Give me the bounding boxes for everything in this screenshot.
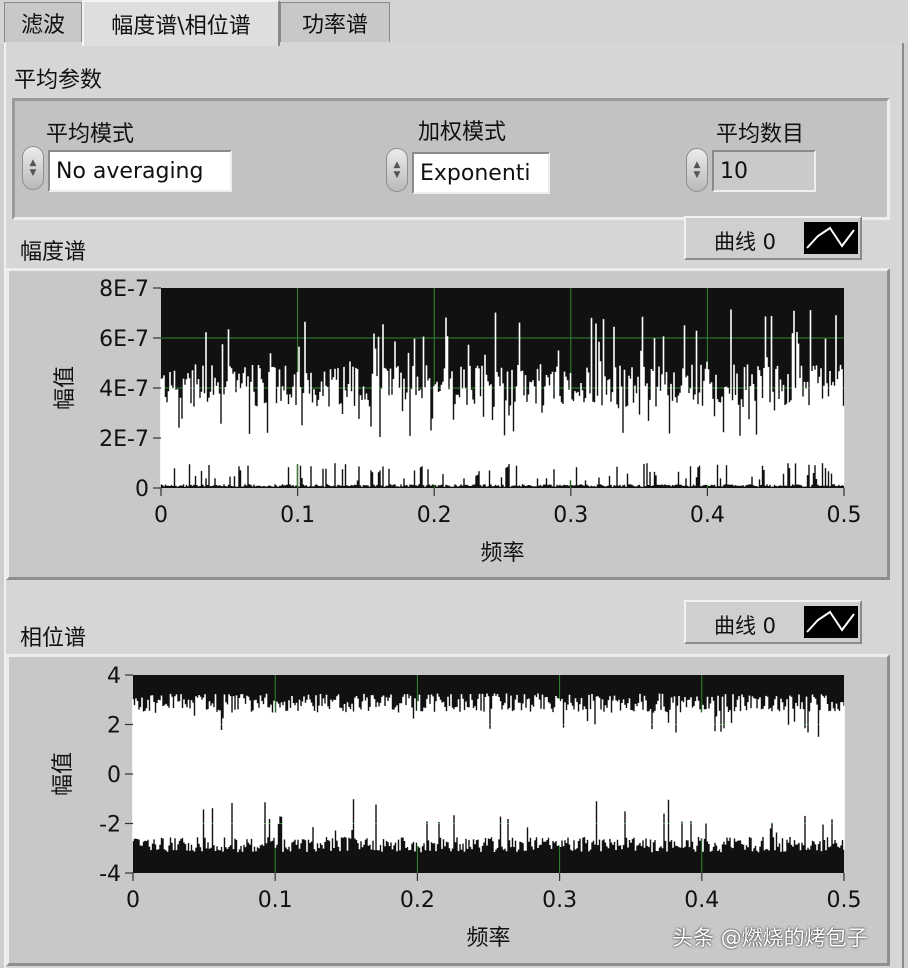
- averaging-mode-spinner[interactable]: ▲ ▼: [22, 146, 44, 190]
- average-count-label: 平均数目: [716, 122, 805, 147]
- y-tick-label: 6E-7: [99, 327, 149, 352]
- tab-amplitude-phase[interactable]: 幅度谱\相位谱: [82, 0, 280, 46]
- x-tick-label: 0.5: [827, 503, 862, 528]
- x-axis-label: 频率: [480, 541, 524, 566]
- x-axis-label: 频率: [466, 926, 510, 951]
- amplitude-graph-title: 幅度谱: [20, 240, 87, 265]
- average-count-spinner[interactable]: ▲ ▼: [686, 148, 708, 192]
- y-tick-label: 2: [107, 714, 121, 739]
- y-tick-label: 2E-7: [99, 427, 149, 452]
- spin-down-icon: ▼: [393, 170, 401, 180]
- line-style-icon: [804, 222, 858, 254]
- x-tick-label: 0.4: [690, 503, 725, 528]
- y-tick-label: 4E-7: [99, 377, 149, 402]
- y-axis-label: 幅值: [53, 366, 78, 410]
- spin-up-icon: ▲: [29, 158, 37, 168]
- x-tick-label: 0.2: [417, 503, 452, 528]
- series-trace: [132, 693, 845, 853]
- spin-down-icon: ▼: [29, 168, 37, 178]
- x-tick-label: 0.4: [684, 888, 719, 913]
- tab-filter[interactable]: 滤波: [4, 2, 82, 42]
- amplitude-plot-legend[interactable]: 曲线 0: [684, 216, 862, 260]
- average-count-field[interactable]: 10: [712, 150, 816, 192]
- spin-up-icon: ▲: [393, 160, 401, 170]
- tab-power-spectrum[interactable]: 功率谱: [280, 2, 390, 42]
- spin-up-icon: ▲: [693, 160, 701, 170]
- y-tick-label: 8E-7: [99, 277, 149, 302]
- spin-down-icon: ▼: [693, 170, 701, 180]
- y-tick-label: 0: [135, 477, 149, 502]
- phase-plot-legend[interactable]: 曲线 0: [684, 600, 862, 644]
- phase-spectrum-graph[interactable]: 420-2-40 0.1 0.2 0.3 0.4 0.5幅值频率: [0, 654, 908, 966]
- x-tick-label: 0: [126, 888, 140, 913]
- legend-label: 曲线 0: [714, 614, 777, 638]
- x-tick-label: 0.1: [258, 888, 293, 913]
- watermark: 头条 @燃烧的烤包子: [672, 926, 868, 950]
- weighting-mode-spinner[interactable]: ▲ ▼: [386, 148, 408, 192]
- weighting-mode-field[interactable]: Exponenti: [412, 152, 550, 194]
- x-tick-label: 0.1: [280, 503, 315, 528]
- y-tick-label: 0: [107, 763, 121, 788]
- x-tick-label: 0.3: [553, 503, 588, 528]
- y-tick-label: 4: [107, 664, 121, 689]
- x-tick-label: 0.3: [542, 888, 577, 913]
- legend-label: 曲线 0: [714, 230, 777, 254]
- phase-graph-title: 相位谱: [20, 626, 87, 651]
- x-tick-label: 0: [154, 503, 168, 528]
- averaging-mode-label: 平均模式: [46, 122, 135, 147]
- x-tick-label: 0.2: [400, 888, 435, 913]
- amplitude-spectrum-graph[interactable]: 8E-7 6E-7 4E-7 2E-7 00 0.1 0.2 0.3 0.4 0.5 幅值频率: [0, 268, 908, 580]
- averaging-mode-field[interactable]: No averaging: [48, 150, 232, 192]
- y-tick-label: -2: [99, 813, 121, 838]
- line-style-icon: [804, 606, 858, 638]
- x-tick-label: 0.5: [827, 888, 862, 913]
- weighting-mode-label: 加权模式: [418, 120, 507, 145]
- y-axis-label: 幅值: [51, 752, 76, 796]
- y-tick-label: -4: [99, 862, 121, 887]
- averaging-section-title: 平均参数: [14, 68, 103, 93]
